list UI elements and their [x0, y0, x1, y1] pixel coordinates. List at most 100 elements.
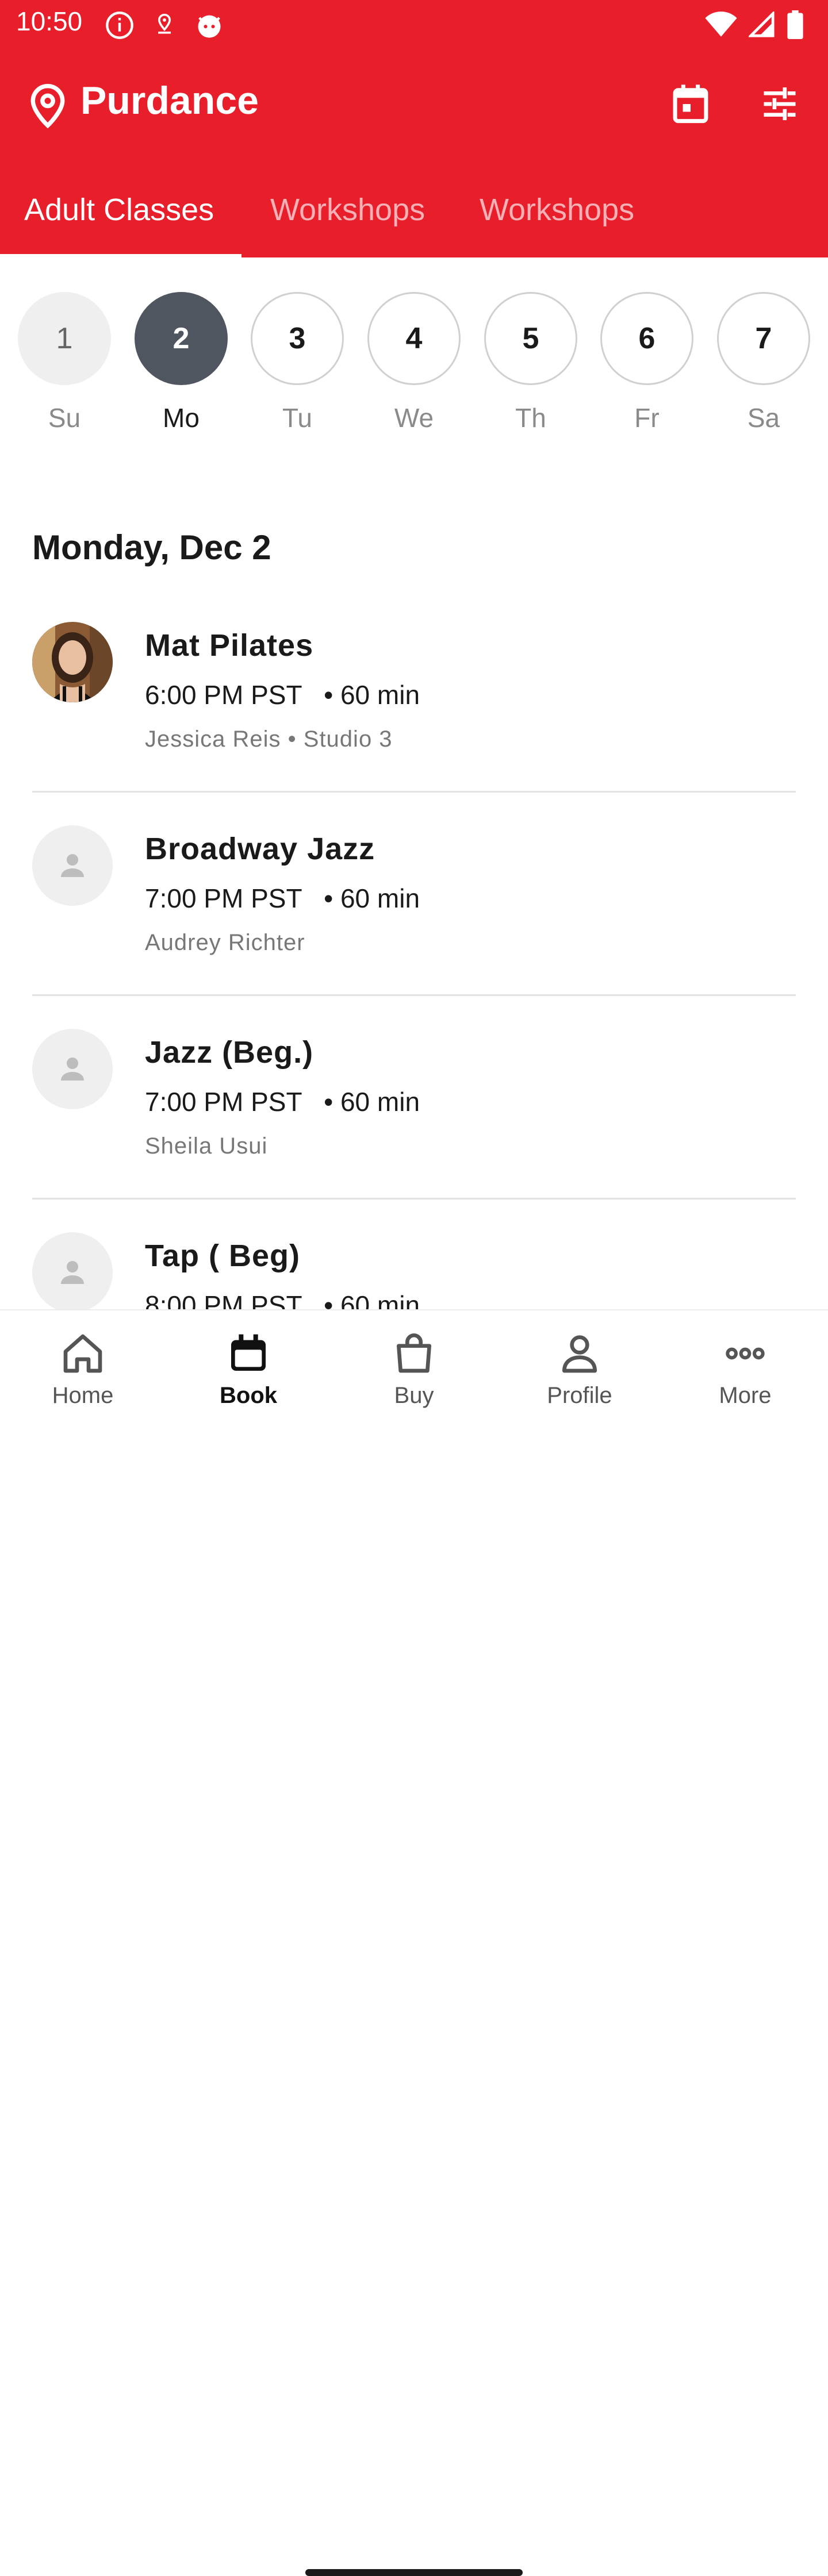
day-item-4[interactable]: 4 We — [366, 292, 462, 433]
instructor-name: Audrey Richter — [145, 930, 305, 955]
calendar-button[interactable] — [667, 80, 714, 128]
class-time-row: 7:00 PM PST • 60 min — [145, 883, 420, 914]
day-label: Sa — [747, 403, 780, 433]
status-bar: 10:50 — [0, 0, 828, 48]
battery-icon — [787, 10, 803, 39]
instructor-avatar — [32, 622, 113, 702]
home-icon — [63, 1334, 102, 1373]
nav-label: Book — [220, 1383, 277, 1408]
nav-label: Buy — [394, 1383, 434, 1408]
divider — [32, 1198, 796, 1199]
person-icon — [562, 1335, 597, 1373]
class-item[interactable]: Jazz (Beg.) 7:00 PM PST • 60 min Sheila … — [32, 1016, 796, 1220]
class-name: Jazz (Beg.) — [145, 1035, 314, 1070]
day-circle[interactable]: 4 — [367, 292, 461, 385]
day-circle[interactable]: 1 — [18, 292, 111, 385]
divider — [32, 791, 796, 793]
class-duration: 60 min — [340, 1087, 420, 1117]
tab-adult-classes[interactable]: Adult Classes — [24, 192, 214, 228]
cat-app-icon — [198, 15, 221, 38]
status-system-icons — [705, 10, 804, 39]
class-time: 7:00 PM PST — [145, 1087, 302, 1117]
day-circle[interactable]: 5 — [484, 292, 577, 385]
person-placeholder-icon — [32, 1029, 113, 1109]
separator-dot: • — [309, 1290, 340, 1309]
tab-indicator — [0, 254, 241, 257]
separator-dot: • — [309, 1087, 340, 1117]
class-time-row: 8:00 PM PST • 60 min — [145, 1290, 420, 1309]
tune-filter-icon — [764, 87, 796, 121]
class-meta-row: Sheila Usui — [145, 1133, 267, 1159]
nav-more[interactable]: More — [682, 1328, 808, 1409]
day-circle-selected[interactable]: 2 — [135, 292, 228, 385]
nav-buy[interactable]: Buy — [351, 1328, 477, 1409]
class-time: 6:00 PM PST — [145, 680, 302, 710]
signal-icon — [749, 11, 775, 37]
home-indicator[interactable] — [305, 2569, 523, 2576]
day-label: Su — [48, 403, 81, 433]
day-circle[interactable]: 7 — [717, 292, 810, 385]
nav-label: Profile — [547, 1383, 612, 1408]
day-item-5[interactable]: 5 Th — [482, 292, 579, 433]
shopping-bag-icon — [397, 1333, 431, 1373]
day-item-1[interactable]: 1 Su — [16, 292, 113, 433]
day-label: Fr — [634, 403, 660, 433]
nav-book[interactable]: Book — [185, 1328, 312, 1409]
day-selector: 1 Su 2 Mo 3 Tu 4 We 5 Th 6 Fr 7 Sa — [0, 292, 828, 447]
day-label: Th — [515, 403, 546, 433]
class-duration: 60 min — [340, 1290, 420, 1309]
app-bar: Purdance — [0, 48, 828, 163]
day-item-2[interactable]: 2 Mo — [133, 292, 229, 433]
studio-name: Studio 3 — [303, 726, 393, 752]
status-notification-icons — [105, 10, 224, 40]
class-time: 7:00 PM PST — [145, 883, 302, 913]
separator-dot: • — [309, 883, 340, 913]
class-meta-row: Jessica Reis • Studio 3 — [145, 726, 393, 752]
divider — [32, 994, 796, 996]
class-duration: 60 min — [340, 680, 420, 710]
nav-label: Home — [52, 1383, 114, 1408]
nav-label: More — [719, 1383, 772, 1408]
class-list[interactable]: Mat Pilates 6:00 PM PST • 60 min Jessica… — [0, 609, 828, 1309]
status-time: 10:50 — [16, 6, 83, 36]
nav-home[interactable]: Home — [20, 1328, 146, 1409]
calendar-icon — [231, 1334, 266, 1371]
class-name: Tap ( Beg) — [145, 1239, 300, 1273]
wifi-icon — [705, 11, 737, 37]
separator-dot: • — [288, 726, 304, 752]
class-item[interactable]: Broadway Jazz 7:00 PM PST • 60 min Audre… — [32, 813, 796, 1016]
filter-button[interactable] — [756, 80, 803, 128]
studio-title[interactable]: Purdance — [80, 78, 259, 123]
location-pin-icon[interactable] — [28, 83, 68, 129]
class-item[interactable]: Tap ( Beg) 8:00 PM PST • 60 min — [32, 1220, 796, 1309]
class-time-row: 7:00 PM PST • 60 min — [145, 1086, 420, 1117]
day-label: We — [394, 403, 434, 433]
tab-workshops-2[interactable]: Workshops — [480, 192, 634, 228]
person-placeholder-icon — [32, 1232, 113, 1309]
tab-workshops[interactable]: Workshops — [270, 192, 425, 228]
class-name: Broadway Jazz — [145, 832, 375, 866]
location-tracking-icon — [158, 13, 171, 34]
class-meta-row: Audrey Richter — [145, 930, 305, 956]
class-name: Mat Pilates — [145, 628, 314, 663]
day-item-6[interactable]: 6 Fr — [599, 292, 695, 433]
instructor-name: Jessica Reis — [145, 726, 281, 752]
calendar-icon — [673, 84, 708, 124]
class-item[interactable]: Mat Pilates 6:00 PM PST • 60 min Jessica… — [32, 609, 796, 813]
day-item-7[interactable]: 7 Sa — [715, 292, 812, 433]
category-tabs: Adult Classes Workshops Workshops — [0, 163, 828, 257]
more-horizontal-icon — [726, 1347, 765, 1360]
class-duration: 60 min — [340, 883, 420, 913]
class-time: 8:00 PM PST — [145, 1290, 302, 1309]
info-icon — [106, 11, 133, 39]
separator-dot: • — [309, 680, 340, 710]
day-label: Mo — [163, 403, 200, 433]
nav-profile[interactable]: Profile — [516, 1328, 643, 1409]
instructor-name: Sheila Usui — [145, 1133, 268, 1159]
person-placeholder-icon — [32, 825, 113, 906]
day-item-3[interactable]: 3 Tu — [249, 292, 346, 433]
bottom-navigation: Home Book Buy Profile More — [0, 1309, 828, 2576]
day-circle[interactable]: 3 — [251, 292, 344, 385]
class-time-row: 6:00 PM PST • 60 min — [145, 679, 420, 710]
day-circle[interactable]: 6 — [600, 292, 693, 385]
